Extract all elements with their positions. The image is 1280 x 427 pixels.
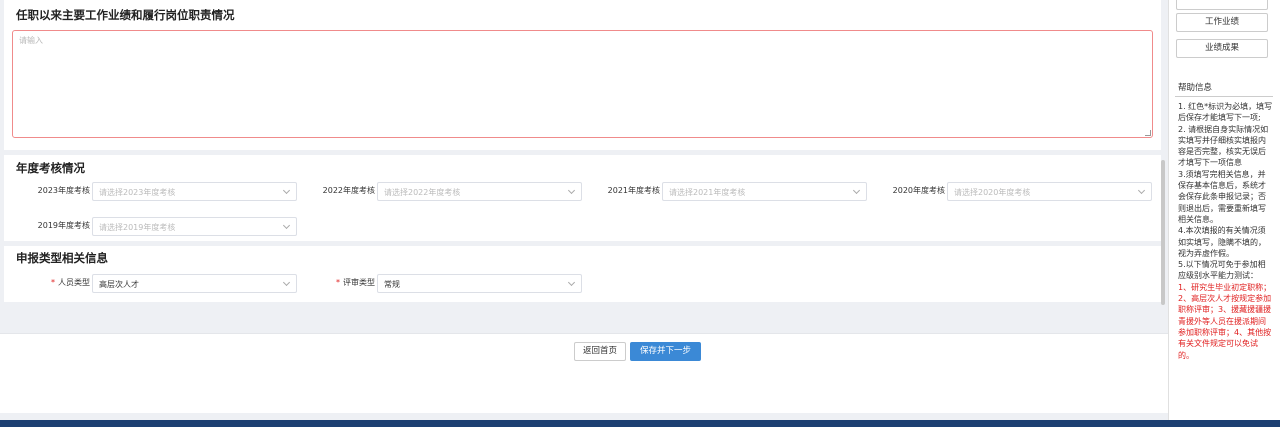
sidebar-nav-partial[interactable]: [1176, 0, 1268, 10]
assessment-2020-placeholder: 请选择2020年度考核: [954, 188, 1031, 197]
assessment-2020-label: 2020年度考核: [892, 186, 945, 195]
review-type-select[interactable]: 常规: [377, 274, 582, 293]
assessment-2020-select[interactable]: 请选择2020年度考核: [947, 182, 1152, 201]
work-performance-textarea[interactable]: [12, 30, 1153, 138]
save-next-button[interactable]: 保存并下一步: [630, 342, 701, 361]
vertical-scrollbar[interactable]: [1161, 160, 1165, 305]
assessment-2023-placeholder: 请选择2023年度考核: [99, 188, 176, 197]
form-footer: 返回首页 保存并下一步: [0, 333, 1168, 413]
help-item: 4.本次填报的有关情况须如实填写，隐瞒不填的，视为弄虚作假。: [1178, 226, 1266, 258]
declaration-type-section: 申报类型相关信息 * 人员类型 高层次人才 * 评审类型 常规: [4, 246, 1161, 302]
chevron-down-icon: [282, 221, 291, 230]
required-mark: *: [51, 278, 55, 287]
assessment-2023-select[interactable]: 请选择2023年度考核: [92, 182, 297, 201]
bottom-bar: [0, 420, 1280, 427]
review-type-label-text: 评审类型: [343, 278, 375, 287]
resize-grip-icon[interactable]: [1145, 130, 1151, 136]
help-item: 2. 请根据自身实际情况如实填写并仔细核实填报内容是否完整，核实无误后才填写下一…: [1178, 124, 1269, 168]
chevron-down-icon: [282, 278, 291, 287]
person-type-label: * 人员类型: [34, 277, 90, 288]
help-item: 3.须填写完相关信息，并保存基本信息后，系统才会保存此条申报记录；否则退出后，需…: [1178, 169, 1266, 224]
required-mark: *: [336, 278, 340, 287]
person-type-value: 高层次人才: [99, 280, 139, 289]
sidebar-nav-achievements[interactable]: 业绩成果: [1176, 39, 1268, 58]
work-performance-section: 任职以来主要工作业绩和履行岗位职责情况: [4, 0, 1161, 150]
person-type-label-text: 人员类型: [58, 278, 90, 287]
work-performance-title: 任职以来主要工作业绩和履行岗位职责情况: [16, 8, 235, 22]
assessment-2019-select[interactable]: 请选择2019年度考核: [92, 217, 297, 236]
assessment-2022-select[interactable]: 请选择2022年度考核: [377, 182, 582, 201]
assessment-2021-placeholder: 请选择2021年度考核: [669, 188, 746, 197]
assessment-2019-placeholder: 请选择2019年度考核: [99, 223, 176, 232]
help-title: 帮助信息: [1178, 83, 1213, 93]
annual-assessment-title: 年度考核情况: [16, 161, 85, 175]
help-sidebar: 工作业绩 业绩成果 帮助信息 1. 红色*标识为必填，填写后保存才能填写下一项;…: [1168, 0, 1280, 420]
assessment-2019-label: 2019年度考核: [37, 221, 90, 230]
assessment-2023-label: 2023年度考核: [37, 186, 90, 195]
chevron-down-icon: [852, 186, 861, 195]
declaration-type-title: 申报类型相关信息: [16, 251, 108, 265]
back-home-button[interactable]: 返回首页: [574, 342, 626, 361]
review-type-label: * 评审类型: [319, 277, 375, 288]
assessment-2022-label: 2022年度考核: [322, 186, 375, 195]
assessment-2021-select[interactable]: 请选择2021年度考核: [662, 182, 867, 201]
main-form-area: 任职以来主要工作业绩和履行岗位职责情况 年度考核情况 2023年度考核 请选择2…: [0, 0, 1168, 427]
chevron-down-icon: [282, 186, 291, 195]
review-type-value: 常规: [384, 280, 400, 289]
help-item: 1. 红色*标识为必填，填写后保存才能填写下一项;: [1178, 102, 1273, 123]
person-type-select[interactable]: 高层次人才: [92, 274, 297, 293]
sidebar-nav-work-performance[interactable]: 工作业绩: [1176, 13, 1268, 32]
annual-assessment-section: 年度考核情况 2023年度考核 请选择2023年度考核 2022年度考核 请选择…: [4, 155, 1161, 241]
help-exemption-list: 1、研究生毕业初定职称；2、高层次人才按规定参加职称评审；3、援藏援疆援青援外等…: [1178, 282, 1272, 360]
chevron-down-icon: [1137, 186, 1146, 195]
help-body: 1. 红色*标识为必填，填写后保存才能填写下一项; 2. 请根据自身实际情况如实…: [1178, 101, 1273, 361]
chevron-down-icon: [567, 186, 576, 195]
assessment-2021-label: 2021年度考核: [607, 186, 660, 195]
chevron-down-icon: [567, 278, 576, 287]
help-divider: [1175, 96, 1273, 97]
help-item: 5.以下情况可免于参加相应级别水平能力测试：: [1178, 260, 1266, 281]
assessment-2022-placeholder: 请选择2022年度考核: [384, 188, 461, 197]
